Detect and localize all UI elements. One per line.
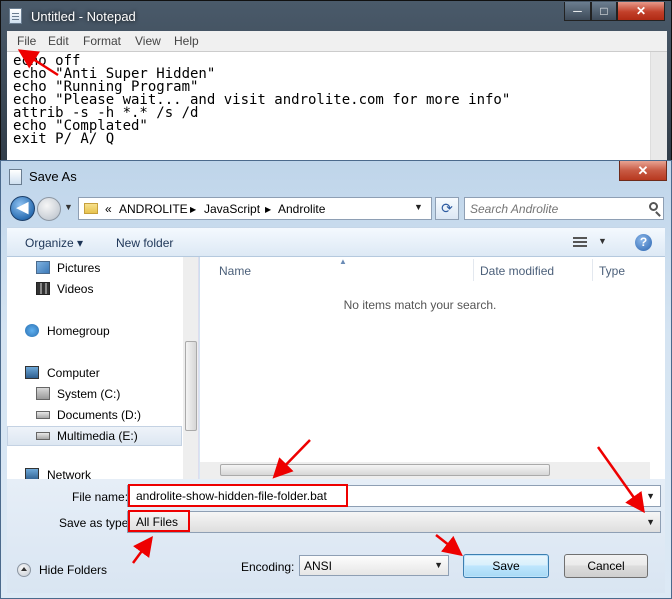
arrow-to-type-dropdown (596, 446, 645, 514)
arrow-to-file-menu (17, 49, 59, 77)
arrow-to-save-button (435, 534, 463, 557)
arrow-to-filename (272, 439, 311, 479)
annotation-arrows (17, 49, 645, 564)
arrow-to-filetype (131, 535, 153, 564)
